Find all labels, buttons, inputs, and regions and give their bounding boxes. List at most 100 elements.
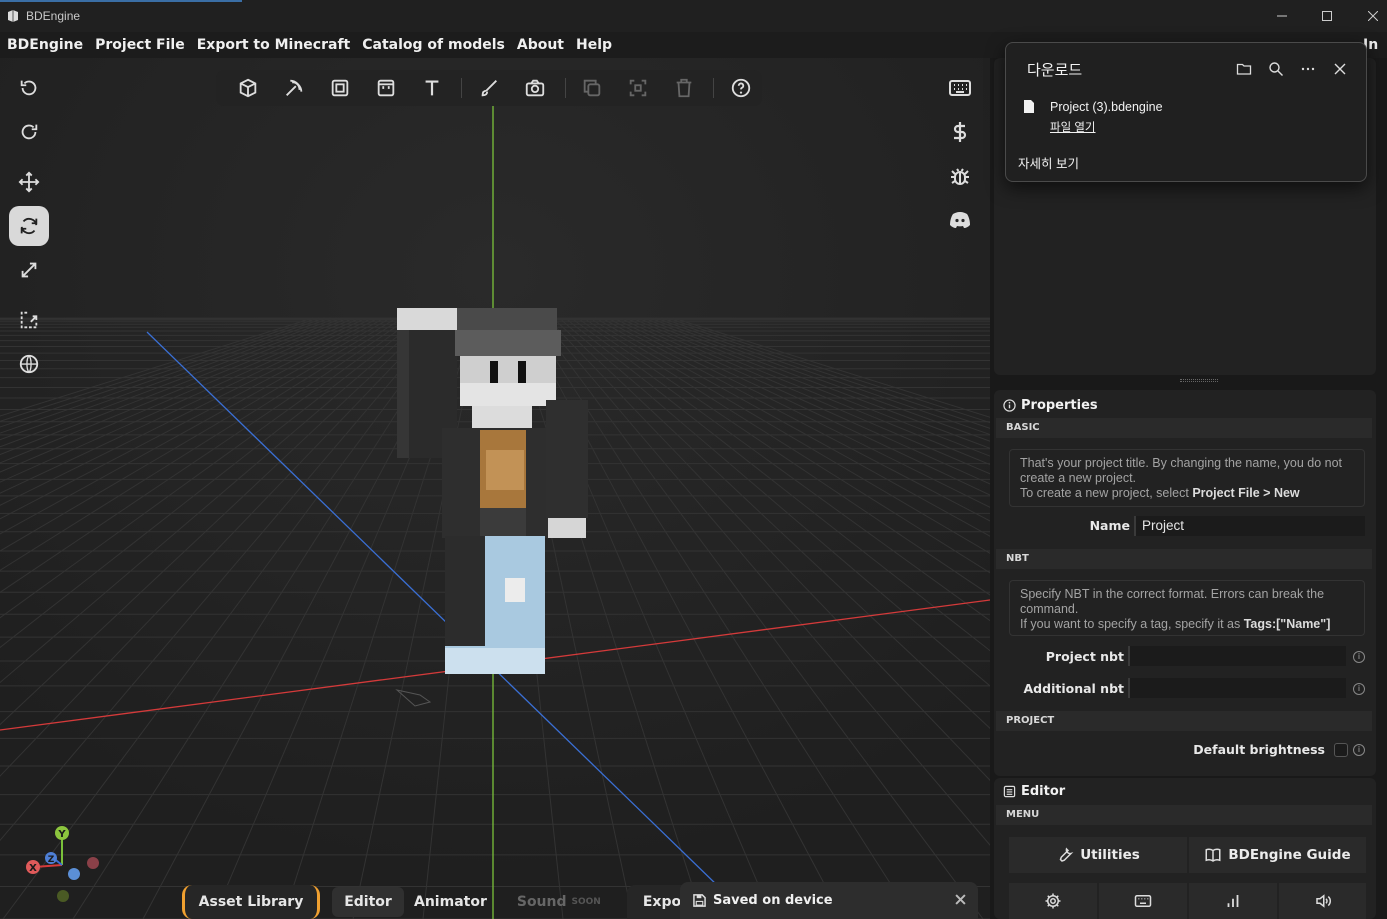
sound-settings-button[interactable] — [1279, 883, 1366, 919]
keyboard-icon — [949, 80, 971, 96]
add-item-button[interactable] — [281, 75, 307, 101]
tab-asset-library[interactable]: Asset Library — [182, 885, 320, 919]
add-block-display-button[interactable] — [327, 75, 353, 101]
3d-viewport[interactable]: Y X Z — [0, 58, 990, 919]
add-cube-button[interactable] — [235, 75, 261, 101]
keyboard-shortcuts-button[interactable] — [940, 70, 980, 106]
redo-button[interactable] — [9, 112, 49, 152]
block-display-icon — [331, 79, 349, 97]
basic-note-line2: To create a new project, select — [1020, 486, 1193, 500]
move-tool-button[interactable] — [9, 162, 49, 202]
maximize-button[interactable] — [1304, 0, 1350, 32]
properties-panel: Properties BASIC That's your project tit… — [994, 390, 1376, 776]
add-text-button[interactable] — [419, 75, 445, 101]
more-options-button[interactable] — [1298, 59, 1318, 79]
close-window-button[interactable] — [1350, 0, 1387, 32]
default-brightness-checkbox[interactable] — [1334, 743, 1348, 757]
nbt-note-line1: Specify NBT in the correct format. Error… — [1020, 587, 1325, 616]
open-file-link[interactable]: 파일 열기 — [1050, 119, 1096, 135]
search-downloads-button[interactable] — [1266, 59, 1286, 79]
tab-sound: Sound SOON — [517, 894, 601, 910]
title-bar: BDEngine — [0, 0, 1387, 32]
nbt-section-header: NBT — [996, 549, 1372, 569]
menu-project-file[interactable]: Project File — [95, 37, 185, 53]
toolbar-divider — [713, 78, 714, 98]
brush-icon — [481, 80, 497, 97]
screenshot-button[interactable] — [522, 75, 548, 101]
undo-button[interactable] — [9, 68, 49, 108]
discord-button[interactable] — [940, 202, 980, 238]
menu-export[interactable]: Export to Minecraft — [197, 37, 351, 53]
rotate-tool-button[interactable] — [9, 206, 49, 246]
list-icon — [1003, 785, 1016, 798]
search-icon — [1269, 62, 1283, 76]
scale-icon — [21, 262, 37, 278]
axis-gizmo[interactable]: Y X Z — [20, 823, 110, 903]
downloads-title: 다운로드 — [1027, 61, 1083, 79]
saved-toast: Saved on device — [680, 882, 978, 919]
app-logo-icon — [8, 10, 18, 22]
menu-help[interactable]: Help — [576, 37, 612, 53]
additional-nbt-info-icon[interactable]: i — [1353, 683, 1365, 695]
head-icon — [377, 79, 395, 97]
bug-report-button[interactable] — [940, 158, 980, 194]
project-nbt-input[interactable] — [1128, 646, 1346, 666]
downloaded-file-name[interactable]: Project (3).bdengine — [1050, 100, 1163, 114]
stats-button[interactable] — [1189, 883, 1277, 919]
tab-animator[interactable]: Animator — [414, 894, 487, 910]
keyboard-icon — [1134, 895, 1152, 907]
text-icon — [425, 80, 439, 96]
bdengine-guide-button[interactable]: BDEngine Guide — [1189, 837, 1366, 873]
basic-note-line1: That's your project title. By changing t… — [1020, 456, 1343, 485]
pivot-tool-button[interactable] — [9, 300, 49, 340]
menu-bdengine[interactable]: BDEngine — [7, 37, 83, 53]
downloads-popup: 다운로드 Project (3).bdengine 파일 열기 자세히 보기 — [1005, 42, 1367, 182]
settings-button[interactable] — [1009, 883, 1097, 919]
project-name-input[interactable]: Project — [1134, 516, 1365, 536]
help-button[interactable] — [728, 75, 754, 101]
focus-select-button[interactable] — [625, 75, 651, 101]
basic-section-header: BASIC — [996, 418, 1372, 438]
scale-tool-button[interactable] — [9, 250, 49, 290]
close-downloads-button[interactable] — [1330, 59, 1350, 79]
open-folder-button[interactable] — [1234, 59, 1254, 79]
world-space-button[interactable] — [9, 344, 49, 384]
see-more-link[interactable]: 자세히 보기 — [1018, 153, 1079, 172]
menu-about[interactable]: About — [517, 37, 564, 53]
utilities-label: Utilities — [1080, 847, 1140, 863]
add-head-button[interactable] — [373, 75, 399, 101]
tab-editor-label: Editor — [344, 894, 392, 910]
toast-message: Saved on device — [713, 893, 833, 908]
additional-nbt-input[interactable] — [1128, 678, 1346, 698]
minimize-button[interactable] — [1259, 0, 1305, 32]
speaker-icon — [1315, 894, 1331, 908]
soon-badge: SOON — [571, 897, 601, 907]
properties-header: Properties — [1003, 398, 1098, 413]
paint-button[interactable] — [476, 75, 502, 101]
save-icon — [693, 894, 706, 907]
top-toolbar — [216, 70, 762, 106]
close-icon — [1334, 63, 1346, 75]
project-nbt-info-icon[interactable]: i — [1353, 651, 1365, 663]
keybinds-button[interactable] — [1099, 883, 1187, 919]
menu-catalog[interactable]: Catalog of models — [362, 37, 505, 53]
project-nbt-label: Project nbt — [1045, 649, 1124, 664]
nbt-note: Specify NBT in the correct format. Error… — [1009, 580, 1365, 636]
resize-handle[interactable] — [1180, 379, 1218, 382]
donate-button[interactable] — [940, 114, 980, 150]
tab-editor[interactable]: Editor — [332, 887, 404, 917]
basic-note-highlight: Project File > New — [1192, 486, 1300, 500]
gizmo-y-label: Y — [57, 829, 66, 840]
duplicate-button[interactable] — [579, 75, 605, 101]
default-brightness-info-icon[interactable]: i — [1353, 744, 1365, 756]
toast-close-icon[interactable] — [955, 894, 966, 905]
delete-button[interactable] — [671, 75, 697, 101]
pickaxe-icon — [286, 79, 303, 96]
utilities-button[interactable]: Utilities — [1009, 837, 1187, 873]
bar-chart-icon — [1227, 895, 1239, 907]
scene-canvas — [0, 58, 990, 919]
project-section-header: PROJECT — [996, 711, 1372, 731]
wrench-icon — [1059, 847, 1074, 862]
right-panel: Properties BASIC That's your project tit… — [990, 58, 1387, 919]
default-brightness-label: Default brightness — [1193, 742, 1325, 757]
